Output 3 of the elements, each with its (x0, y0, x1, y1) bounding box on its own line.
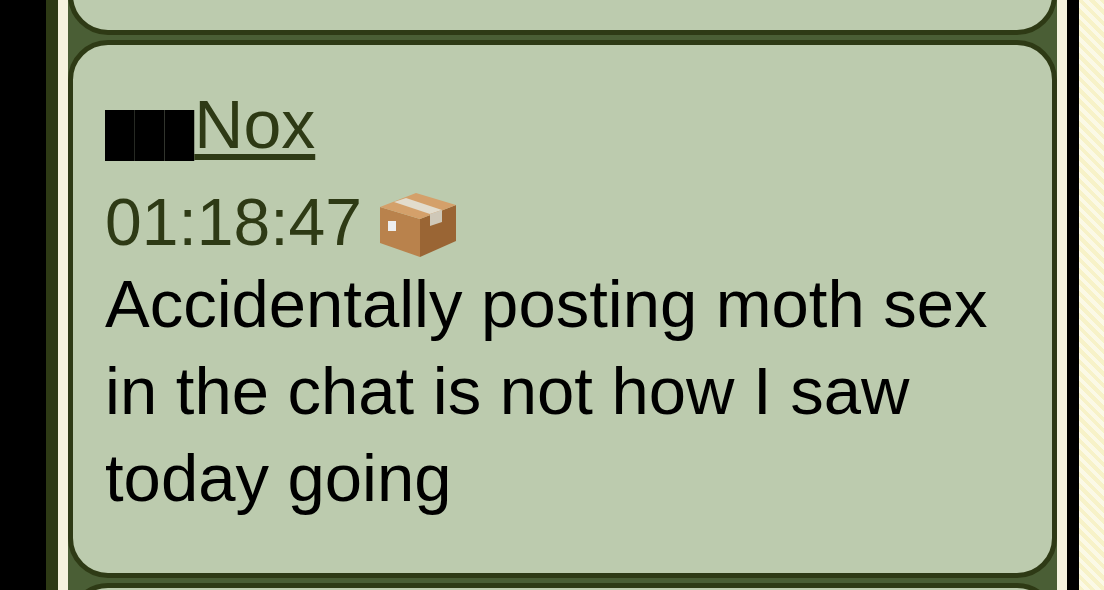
author-link[interactable]: Nox (194, 87, 316, 162)
message-time: 01:18:47 (105, 183, 362, 260)
message-text: Accidentally posting moth sex in the chat is not how I saw today going (105, 264, 989, 517)
